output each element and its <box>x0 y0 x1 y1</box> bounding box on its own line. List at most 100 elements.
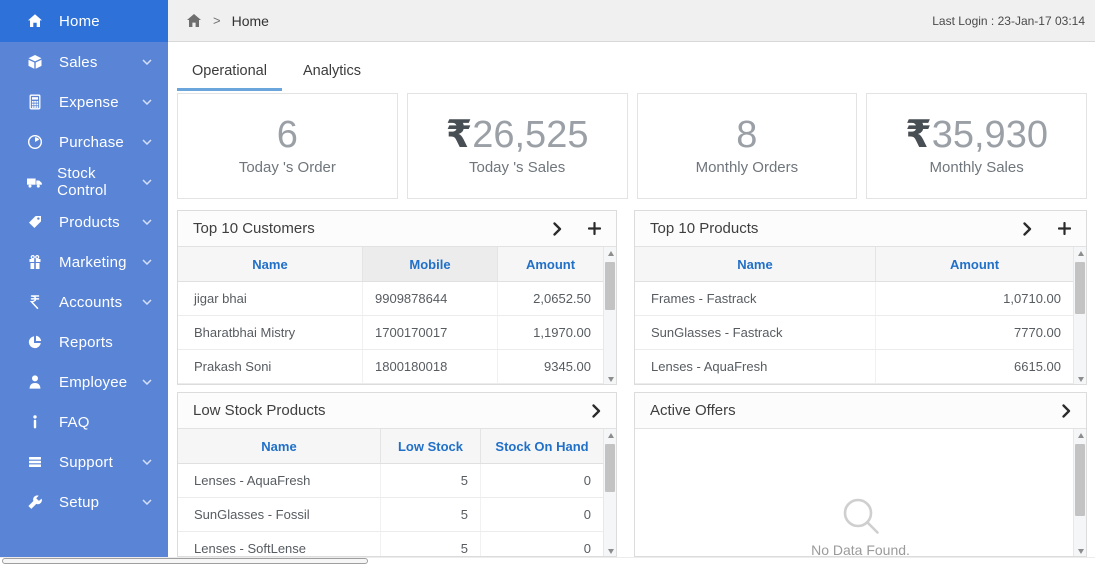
panel-header: Top 10 Products <box>635 211 1086 247</box>
magnifier-icon <box>837 495 885 544</box>
column-header[interactable]: Name <box>178 429 381 463</box>
table-row: jigar bhai 9909878644 2,0652.50 <box>178 282 603 316</box>
sidebar-item-stock-control[interactable]: Stock Control <box>0 162 168 202</box>
column-header[interactable]: Mobile <box>363 247 498 281</box>
chevron-down-icon <box>142 299 152 305</box>
vertical-scrollbar[interactable] <box>1073 247 1086 384</box>
stat-card-monthly-orders: 8 Monthly Orders <box>636 93 858 199</box>
plus-icon[interactable] <box>588 222 601 235</box>
top-products-panel: Top 10 Products Name Amount Frames - Fas… <box>634 210 1087 385</box>
chevron-down-icon <box>142 219 152 225</box>
breadcrumb-current[interactable]: Home <box>232 13 269 29</box>
sidebar-item-home[interactable]: Home <box>0 0 168 42</box>
sidebar-item-marketing[interactable]: Marketing <box>0 242 168 282</box>
sidebar-item-reports[interactable]: Reports <box>0 322 168 362</box>
stat-value: 6 <box>276 114 298 157</box>
sidebar-item-products[interactable]: Products <box>0 202 168 242</box>
sidebar-item-accounts[interactable]: Accounts <box>0 282 168 322</box>
breadcrumb-bar: > Home Last Login : 23-Jan-17 03:14 <box>168 0 1095 42</box>
scroll-up-button[interactable] <box>604 247 616 260</box>
sidebar-item-support[interactable]: Support <box>0 442 168 482</box>
cell-stock-on-hand: 0 <box>583 507 591 522</box>
stat-number: 8 <box>736 114 758 157</box>
sidebar-item-label: Setup <box>59 493 100 511</box>
table-header-row: Name Mobile Amount <box>178 247 603 282</box>
breadcrumb-home-icon[interactable] <box>186 13 202 28</box>
rupee-symbol: ₹ <box>905 114 932 157</box>
dashboard-page: Home Sales Expense Purchase Stock Contro… <box>0 0 1095 565</box>
table-row: SunGlasses - Fastrack 7770.00 <box>635 316 1073 350</box>
vertical-scrollbar[interactable] <box>1073 429 1086 556</box>
scrollbar-thumb[interactable] <box>605 262 615 310</box>
cell-name: Frames - Fastrack <box>635 282 876 315</box>
horizontal-scrollbar[interactable] <box>0 557 1095 565</box>
sidebar-item-expense[interactable]: Expense <box>0 82 168 122</box>
stat-number: 6 <box>276 114 298 157</box>
scroll-up-button[interactable] <box>1074 247 1086 260</box>
sidebar-item-employee[interactable]: Employee <box>0 362 168 402</box>
tab-analytics[interactable]: Analytics <box>288 55 376 91</box>
stat-label: Monthly Orders <box>695 158 799 176</box>
scroll-down-button[interactable] <box>604 373 616 384</box>
vertical-scrollbar[interactable] <box>603 247 616 384</box>
column-header[interactable]: Stock On Hand <box>481 429 603 463</box>
sidebar-item-faq[interactable]: FAQ <box>0 402 168 442</box>
table-header-row: Name Amount <box>635 247 1073 282</box>
scrollbar-thumb[interactable] <box>1075 444 1085 516</box>
scrollbar-thumb[interactable] <box>605 444 615 492</box>
sidebar-item-sales[interactable]: Sales <box>0 42 168 82</box>
chevron-right-icon[interactable] <box>1023 221 1032 236</box>
sales-icon <box>24 54 46 70</box>
last-login-text: Last Login : 23-Jan-17 03:14 <box>932 13 1085 28</box>
table-row: Bharatbhai Mistry 1700170017 1,1970.00 <box>178 316 603 350</box>
cell-mobile: 1800180018 <box>363 350 498 383</box>
column-header[interactable]: Name <box>635 247 876 281</box>
stat-value: ₹26,525 <box>446 115 589 156</box>
sidebar-item-label: Stock Control <box>57 165 107 199</box>
cell-mobile: 1700170017 <box>363 316 498 349</box>
column-header[interactable]: Name <box>178 247 363 281</box>
sidebar-item-label: Home <box>59 12 100 30</box>
cell-amount: 9345.00 <box>544 359 591 374</box>
scroll-up-button[interactable] <box>604 429 616 442</box>
cell-name: SunGlasses - Fossil <box>178 498 381 531</box>
sidebar-item-label: Sales <box>59 53 98 71</box>
sidebar-item-label: Purchase <box>59 133 124 151</box>
column-header[interactable]: Amount <box>498 247 603 281</box>
chevron-right-icon[interactable] <box>1062 403 1071 418</box>
scroll-down-button[interactable] <box>1074 545 1086 556</box>
cell-name: jigar bhai <box>178 282 363 315</box>
cell-low-stock: 5 <box>381 498 481 531</box>
stat-label: Monthly Sales <box>929 158 1024 176</box>
vertical-scrollbar[interactable] <box>603 429 616 556</box>
column-header[interactable]: Low Stock <box>381 429 481 463</box>
sidebar-item-purchase[interactable]: Purchase <box>0 122 168 162</box>
chevron-down-icon <box>142 379 152 385</box>
cell-amount: 1,1970.00 <box>533 325 591 340</box>
sidebar: Home Sales Expense Purchase Stock Contro… <box>0 0 168 557</box>
sidebar-item-setup[interactable]: Setup <box>0 482 168 522</box>
table-row: Lenses - AquaFresh 6615.00 <box>635 350 1073 384</box>
products-icon <box>24 214 46 230</box>
sidebar-item-label: Marketing <box>59 253 127 271</box>
no-data-text: No Data Found. <box>811 542 910 557</box>
cell-amount: 6615.00 <box>1014 359 1061 374</box>
column-header[interactable]: Amount <box>876 247 1073 281</box>
chevron-right-icon[interactable] <box>592 403 601 418</box>
scroll-up-button[interactable] <box>1074 429 1086 442</box>
horizontal-scrollbar-thumb[interactable] <box>2 558 368 564</box>
stat-number: 35,930 <box>931 114 1048 157</box>
panel-title: Top 10 Products <box>650 220 759 237</box>
tab-operational[interactable]: Operational <box>177 55 282 91</box>
chevron-down-icon <box>142 259 152 265</box>
cell-low-stock: 5 <box>381 532 481 556</box>
plus-icon[interactable] <box>1058 222 1071 235</box>
sidebar-item-label: Expense <box>59 93 119 111</box>
chevron-right-icon[interactable] <box>553 221 562 236</box>
scrollbar-thumb[interactable] <box>1075 262 1085 314</box>
sidebar-item-label: Employee <box>59 373 128 391</box>
scroll-down-button[interactable] <box>1074 373 1086 384</box>
scroll-down-button[interactable] <box>604 545 616 556</box>
main-content: Operational Analytics 6 Today 's Order ₹… <box>168 43 1095 557</box>
cell-low-stock: 5 <box>381 464 481 497</box>
